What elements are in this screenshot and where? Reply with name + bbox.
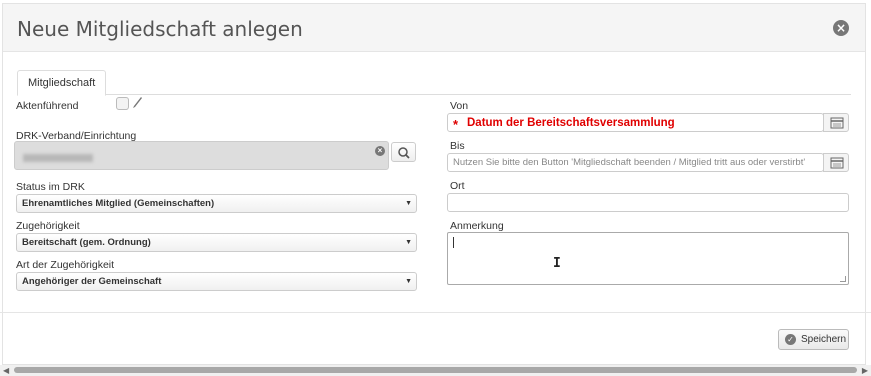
scroll-thumb[interactable] — [14, 367, 857, 373]
zugehoerigkeit-select[interactable]: Bereitschaft (gem. Ordnung) ▼ — [16, 233, 417, 252]
art-label: Art der Zugehörigkeit — [16, 259, 115, 271]
redacted-value — [23, 154, 93, 162]
save-label: Speichern — [801, 334, 847, 345]
text-caret — [453, 237, 454, 248]
anmerkung-textarea[interactable] — [447, 232, 849, 285]
status-value: Ehrenamtliches Mitglied (Gemeinschaften) — [22, 198, 215, 209]
dialog: Neue Mitgliedschaft anlegen × Mitgliedsc… — [2, 3, 866, 365]
verband-field[interactable]: × — [14, 141, 389, 170]
scroll-left-icon[interactable]: ◀ — [3, 366, 9, 375]
chevron-down-icon: ▼ — [405, 239, 412, 246]
tab-bar: Mitgliedschaft — [17, 70, 851, 96]
bis-label: Bis — [450, 140, 465, 152]
zugehoerigkeit-label: Zugehörigkeit — [16, 220, 80, 232]
art-value: Angehöriger der Gemeinschaft — [22, 276, 162, 287]
art-select[interactable]: Angehöriger der Gemeinschaft ▼ — [16, 272, 417, 291]
ibeam-cursor-icon: I — [553, 256, 561, 271]
dialog-header: Neue Mitgliedschaft anlegen × — [3, 4, 865, 52]
resize-handle-icon[interactable] — [840, 276, 846, 282]
von-calendar-button[interactable] — [823, 113, 849, 132]
check-circle-icon: ✓ — [785, 334, 796, 345]
required-marker: * — [453, 117, 459, 132]
ort-label: Ort — [450, 180, 465, 192]
horizontal-scrollbar[interactable]: ◀ ▶ — [0, 365, 871, 376]
bis-calendar-button[interactable] — [823, 153, 849, 172]
anmerkung-label: Anmerkung — [450, 220, 504, 232]
ort-field[interactable] — [447, 193, 849, 212]
pen-icon — [133, 97, 142, 108]
tab-mitgliedschaft[interactable]: Mitgliedschaft — [17, 70, 107, 96]
aktenfuehrend-label: Aktenführend — [16, 100, 79, 112]
status-select[interactable]: Ehrenamtliches Mitglied (Gemeinschaften)… — [16, 194, 417, 213]
close-icon[interactable]: × — [833, 20, 849, 36]
calendar-icon — [830, 117, 844, 129]
verband-search-button[interactable] — [391, 142, 416, 162]
dialog-footer-divider — [0, 312, 871, 313]
scroll-right-icon[interactable]: ▶ — [862, 366, 868, 375]
chevron-down-icon: ▼ — [405, 278, 412, 285]
zugehoerigkeit-value: Bereitschaft (gem. Ordnung) — [22, 237, 151, 248]
calendar-icon — [830, 157, 844, 169]
save-button[interactable]: ✓ Speichern — [778, 329, 849, 350]
dialog-title: Neue Mitgliedschaft anlegen — [17, 17, 303, 41]
aktenfuehrend-checkbox[interactable] — [116, 97, 129, 110]
search-icon — [398, 147, 410, 159]
chevron-down-icon: ▼ — [405, 200, 412, 207]
clear-icon[interactable]: × — [375, 146, 385, 156]
von-value: Datum der Bereitschaftsversammlung — [467, 117, 675, 129]
von-label: Von — [450, 100, 469, 112]
bis-placeholder: Nutzen Sie bitte den Button 'Mitgliedsch… — [453, 157, 806, 168]
status-label: Status im DRK — [16, 181, 85, 193]
